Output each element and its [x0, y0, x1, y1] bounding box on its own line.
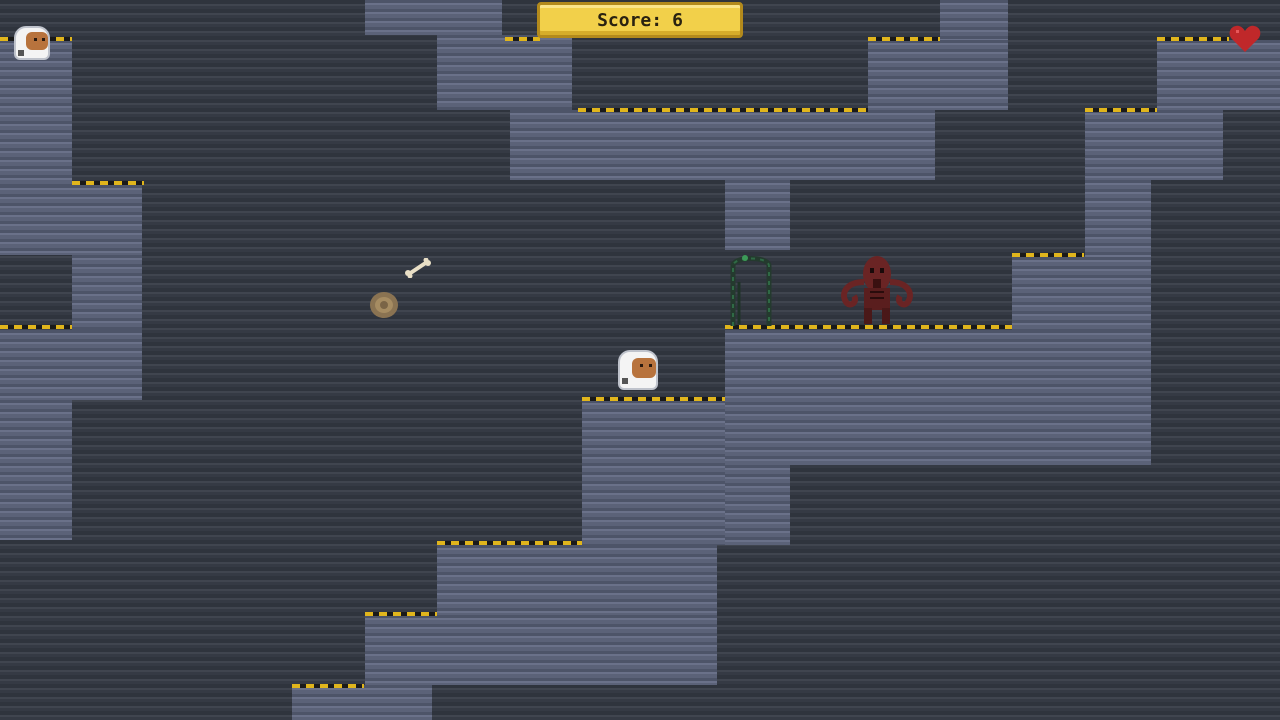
ledge	[292, 684, 364, 688]
rock-wall	[365, 0, 502, 35]
rock-wall	[510, 110, 935, 180]
rock-icon	[370, 292, 398, 318]
ledge	[578, 108, 868, 112]
rock-wall	[437, 545, 717, 615]
rock-wall	[1012, 257, 1151, 330]
rock-wall	[940, 0, 1008, 40]
ledge	[1157, 37, 1229, 41]
bone-icon	[405, 258, 431, 278]
enemy-monster	[841, 256, 913, 324]
score-label: Score:	[597, 9, 663, 31]
rock-wall	[437, 35, 572, 110]
game-canvas: Score: 6	[0, 0, 1280, 720]
rock-wall	[0, 185, 142, 255]
astronaut-head-icon	[12, 26, 52, 64]
rock-wall	[1085, 180, 1151, 257]
rock-wall	[725, 180, 790, 250]
score-value: 6	[672, 9, 683, 31]
exit-gate	[730, 255, 772, 326]
rock-wall	[868, 40, 1008, 110]
ledge	[1012, 253, 1084, 257]
ledge	[868, 37, 940, 41]
rock-wall	[725, 465, 790, 545]
ledge	[1085, 108, 1157, 112]
ledge	[0, 325, 72, 329]
rock-wall	[365, 615, 717, 685]
rock-wall	[1085, 110, 1223, 180]
rock-wall	[72, 255, 142, 330]
rock-wall	[725, 330, 1151, 465]
rock-wall	[0, 400, 72, 540]
ledge	[505, 37, 540, 41]
rock-wall	[292, 685, 432, 720]
player-astronaut	[616, 350, 660, 394]
heart-icon	[1229, 25, 1261, 52]
rock-wall	[582, 400, 725, 545]
ledge	[582, 397, 725, 401]
ledge	[72, 181, 144, 185]
rock-wall	[0, 330, 142, 400]
score-panel: Score: 6	[537, 2, 743, 38]
ledge	[437, 541, 582, 545]
ledge	[365, 612, 437, 616]
